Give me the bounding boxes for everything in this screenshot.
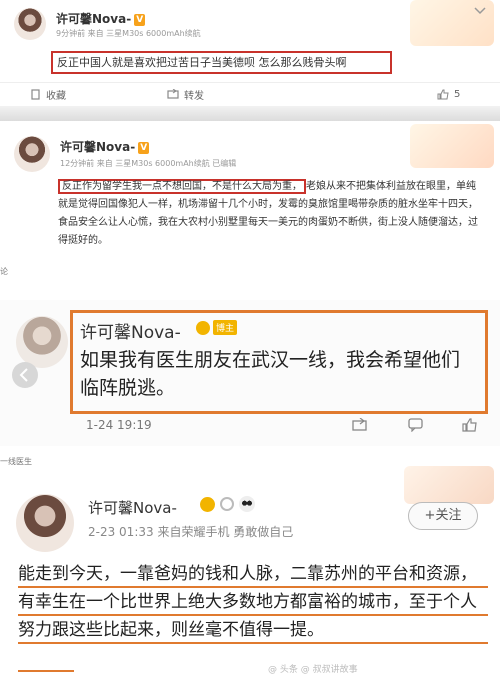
underline-rule (18, 642, 488, 644)
underline-rule (18, 586, 488, 588)
underline-rule (18, 670, 74, 672)
verified-badge: V (134, 13, 146, 26)
post-divider (0, 82, 500, 83)
comment-icon[interactable] (408, 418, 424, 432)
chevron-left-icon[interactable] (12, 362, 38, 388)
chevron-down-icon[interactable] (472, 4, 488, 16)
bookmark-icon (31, 88, 40, 100)
verified-badge: V (138, 141, 150, 154)
repost-icon[interactable] (352, 418, 368, 432)
author-name-text[interactable]: 许可馨Nova- (80, 323, 181, 343)
post-meta: 2-23 01:33 来自荣耀手机 勇敢做自己 (88, 525, 294, 539)
post-body: 反正作为留学生我一点不想回国，不是什么大局为重， 老娘从来不把集体利益放在眼里，单… (58, 178, 480, 250)
avatar[interactable] (16, 494, 74, 552)
highlighted-post-text: 反正作为留学生我一点不想回国，不是什么大局为重， (58, 179, 306, 194)
post-meta: 12分钟前 来自 三星M30s 6000mAh续航 已编辑 (60, 159, 237, 168)
post-text: 如果我有医生朋友在武汉一线，我会希望他们临阵脱逃。 (80, 349, 461, 399)
side-label: 论 (0, 267, 8, 276)
thumbs-up-icon (437, 89, 449, 99)
author-name[interactable]: 许可馨Nova- (80, 318, 181, 343)
blogger-badge: 博主 (196, 320, 238, 335)
collect-button[interactable]: 收藏 (30, 87, 66, 102)
author-name[interactable]: 许可馨Nova- V (56, 10, 146, 27)
highlighted-post-text: 反正中国人就是喜欢把过苦日子当美德呗 怎么那么贱骨头啊 (51, 51, 392, 74)
author-name[interactable]: 许可馨Nova- (88, 497, 177, 518)
follow-button[interactable]: +关注 (408, 502, 478, 530)
author-name-text[interactable]: 许可馨Nova- (88, 499, 177, 517)
section-separator (0, 106, 500, 121)
like-button[interactable]: 5 (437, 87, 460, 101)
avatar[interactable] (14, 136, 50, 172)
medal-icon (220, 497, 234, 511)
watermark: @ 头条 @ 叔叔讲故事 (268, 665, 358, 675)
author-name[interactable]: 许可馨Nova- V (60, 138, 150, 155)
author-name-text[interactable]: 许可馨Nova- (56, 12, 131, 26)
decoration-icon (410, 124, 494, 168)
crown-icon (196, 320, 210, 335)
crown-icon (200, 496, 215, 512)
avatar[interactable] (14, 8, 46, 40)
repost-icon (167, 88, 179, 99)
repost-label: 转发 (184, 90, 204, 102)
repost-button[interactable]: 转发 (167, 87, 204, 102)
like-count: 5 (454, 88, 461, 100)
author-name-text[interactable]: 许可馨Nova- (60, 140, 135, 154)
avatar[interactable] (16, 316, 68, 368)
post-text: 能走到今天，一靠爸妈的钱和人脉，二靠苏州的平台和资源，有幸生在一个比世界上绝大多… (18, 564, 477, 640)
badge-icons (200, 496, 255, 512)
panda-icon (239, 496, 255, 512)
underline-rule (18, 614, 488, 616)
post-time: 1-24 19:19 (86, 418, 152, 432)
post-meta: 9分钟前 来自 三星M30s 6000mAh续航 (56, 29, 201, 38)
side-label: 一线医生 (0, 457, 32, 466)
collect-label: 收藏 (46, 90, 66, 102)
blogger-badge-label: 博主 (213, 320, 238, 335)
thumbs-up-icon[interactable] (462, 418, 478, 432)
decoration-icon (404, 466, 494, 504)
